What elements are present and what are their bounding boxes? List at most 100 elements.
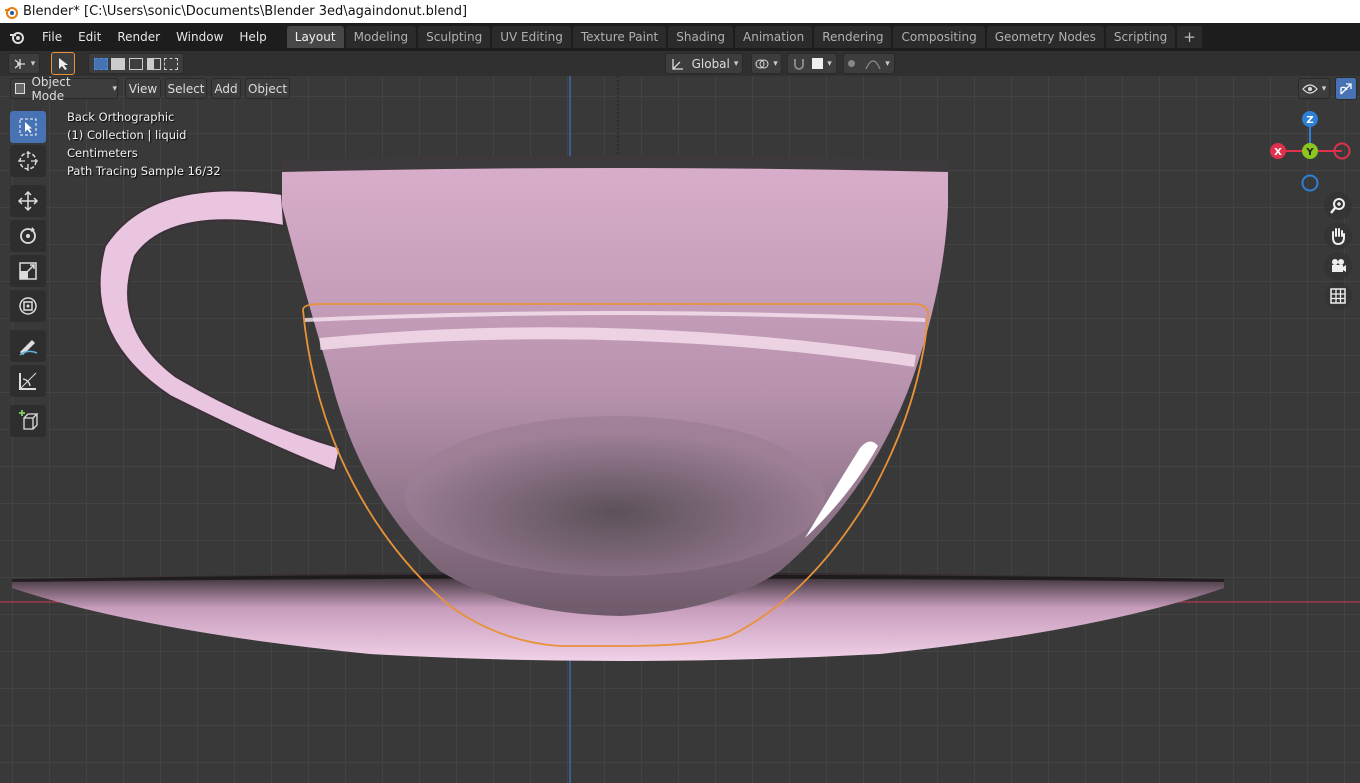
tool-move[interactable] [10,185,46,217]
tab-compositing[interactable]: Compositing [893,26,985,48]
orientation-global-icon [671,58,683,70]
3d-viewport[interactable]: Object Mode ▾ View Select Add Object ▾ B… [0,76,1360,783]
select-arrow-icon [59,57,68,70]
select-invert-icon[interactable] [146,57,161,70]
tab-texture-paint[interactable]: Texture Paint [572,26,667,48]
mode-value: Object Mode [31,76,71,103]
menu-help[interactable]: Help [231,26,274,48]
chevron-down-icon: ▾ [827,58,832,69]
tool-header: ▾ Global ▾ ▾ ▾ ▾ [0,51,1360,76]
snapping-group: ▾ [787,53,837,74]
chevron-down-icon: ▾ [773,58,778,69]
tab-uv-editing[interactable]: UV Editing [492,26,571,48]
object-mode-icon [15,83,26,94]
navigation-gizmo[interactable]: Z X Y [1265,107,1355,197]
tool-select-box[interactable] [10,111,46,143]
menu-render[interactable]: Render [109,26,168,48]
camera-icon [1332,259,1346,272]
tab-scripting[interactable]: Scripting [1105,26,1176,48]
zoom-icon [1330,198,1345,214]
transform-icon [19,297,37,315]
pivot-point-dropdown[interactable]: ▾ [751,53,782,74]
menu-window[interactable]: Window [168,26,231,48]
grid-ortho-icon [1330,288,1346,304]
falloff-curve-icon[interactable] [865,58,881,70]
editor-type-button[interactable]: ▾ [8,53,40,74]
menu-edit[interactable]: Edit [70,26,109,48]
units-label: Centimeters [67,146,138,160]
menu-object[interactable]: Object [245,78,290,99]
workspace-tabs: Layout Modeling Sculpting UV Editing Tex… [286,23,1202,51]
window-titlebar: Blender* [C:\Users\sonic\Documents\Blend… [0,0,1360,23]
tab-sculpting[interactable]: Sculpting [418,26,491,48]
proportional-edit-icon[interactable] [848,60,856,67]
tool-scale[interactable] [10,255,46,287]
window-title: Blender* [C:\Users\sonic\Documents\Blend… [23,4,468,19]
gizmo-z-label: Z [1306,115,1313,126]
menu-select[interactable]: Select [165,78,207,99]
gizmo-neg-z-axis[interactable] [1301,174,1319,192]
select-subtract-icon[interactable] [128,57,143,70]
chevron-down-icon: ▾ [1321,83,1327,94]
annotate-icon [19,340,38,356]
tool-cursor[interactable] [10,145,46,177]
tool-transform[interactable] [10,290,46,322]
chevron-down-icon: ▾ [885,58,890,69]
chevron-down-icon: ▾ [112,83,117,94]
rotate-icon [20,227,36,244]
render-status-label: Path Tracing Sample 16/32 [67,164,221,178]
cup-shadow-shape [405,416,825,576]
pivot-point-icon [755,59,769,68]
zoom-button[interactable] [1324,192,1352,220]
selection-mode-group [88,53,184,74]
blender-logo-icon [5,6,18,19]
tool-annotate[interactable] [10,330,46,362]
tab-shading[interactable]: Shading [668,26,733,48]
transform-orientation-dropdown[interactable]: Global ▾ [665,53,743,74]
view-name-label: Back Orthographic [67,110,175,124]
add-cube-icon [19,410,39,430]
camera-view-button[interactable] [1324,252,1352,280]
select-extend-icon[interactable] [111,57,126,70]
tab-modeling[interactable]: Modeling [345,26,417,48]
menu-view[interactable]: View [125,78,161,99]
ortho-toggle-button[interactable] [1324,282,1352,310]
transform-orientation-value: Global [691,56,730,71]
snap-magnet-icon[interactable] [792,57,806,71]
move-icon [17,190,39,212]
select-box-icon [19,118,37,136]
blender-menu-button[interactable] [0,23,34,51]
scene-render [0,76,1360,783]
gizmo-icon [1340,82,1352,94]
top-menubar: File Edit Render Window Help Layout Mode… [0,23,1360,51]
gizmo-x-label: X [1274,147,1282,158]
tab-layout[interactable]: Layout [286,26,344,48]
chevron-down-icon: ▾ [30,58,36,69]
gizmo-y-label: Y [1305,147,1314,158]
tool-measure[interactable] [10,365,46,397]
toggle-gizmos-button[interactable] [1335,77,1357,100]
menu-file[interactable]: File [34,26,70,48]
select-intersect-icon[interactable] [164,57,179,70]
eye-icon [1301,83,1318,94]
menu-add[interactable]: Add [211,78,241,99]
add-workspace-button[interactable]: + [1177,26,1202,48]
proportional-editing-group: ▾ [843,53,895,74]
tab-geometry-nodes[interactable]: Geometry Nodes [986,26,1104,48]
collection-label: (1) Collection | liquid [67,128,187,142]
editor-type-icon [14,58,25,69]
scale-icon [19,262,37,280]
active-tool-button[interactable] [51,52,75,75]
pan-button[interactable] [1324,222,1352,250]
mode-dropdown[interactable]: Object Mode ▾ [10,76,118,103]
tool-rotate[interactable] [10,220,46,252]
tool-add-cube[interactable] [10,405,46,437]
tab-animation[interactable]: Animation [735,26,813,48]
select-new-icon[interactable] [93,57,108,70]
tab-rendering[interactable]: Rendering [814,26,892,48]
measure-icon [19,372,37,390]
visibility-dropdown[interactable]: ▾ [1298,78,1330,99]
chevron-down-icon: ▾ [733,58,739,69]
blender-logo-icon [10,32,24,44]
snap-target-icon[interactable] [812,58,824,69]
